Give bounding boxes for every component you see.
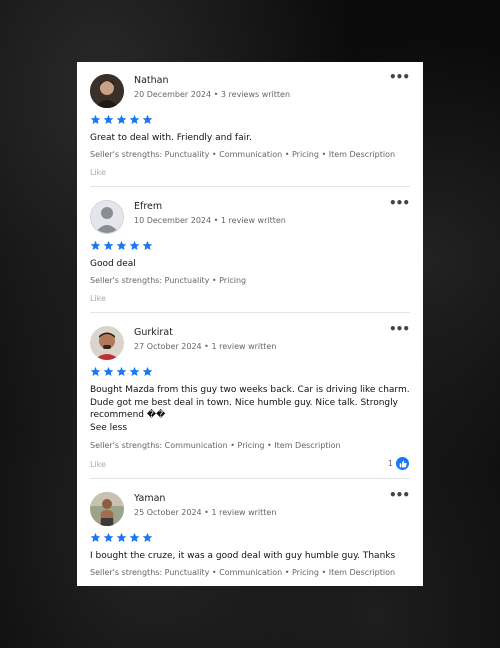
star-rating xyxy=(90,240,153,251)
seller-strengths: Seller's strengths: Punctuality • Pricin… xyxy=(90,276,247,285)
star-icon xyxy=(103,240,114,251)
star-icon xyxy=(129,366,140,377)
seller-strengths: Seller's strengths: Communication • Pric… xyxy=(90,441,341,450)
like-button[interactable]: Like xyxy=(90,294,106,303)
star-icon xyxy=(116,366,127,377)
review-text: I bought the cruze, it was a good deal w… xyxy=(90,551,396,561)
see-less-link[interactable]: See less xyxy=(90,422,127,435)
default-avatar-icon[interactable] xyxy=(90,200,124,234)
star-icon xyxy=(129,532,140,543)
more-dots-icon[interactable]: ••• xyxy=(389,196,410,210)
avatar[interactable] xyxy=(90,492,124,526)
star-icon xyxy=(142,366,153,377)
seller-strengths: Seller's strengths: Punctuality • Commun… xyxy=(90,150,396,159)
avatar[interactable] xyxy=(90,326,124,360)
divider xyxy=(90,478,410,479)
like-button[interactable]: Like xyxy=(90,460,106,469)
reviews-card: Nathan 20 December 2024 • 3 reviews writ… xyxy=(77,62,423,586)
star-icon xyxy=(90,114,101,125)
star-icon xyxy=(116,240,127,251)
star-icon xyxy=(103,532,114,543)
star-icon xyxy=(116,532,127,543)
review-meta: 27 October 2024 • 1 review written xyxy=(134,342,277,351)
review-meta: 10 December 2024 • 1 review written xyxy=(134,216,286,225)
star-icon xyxy=(103,114,114,125)
more-dots-icon[interactable]: ••• xyxy=(389,322,410,336)
seller-strengths: Seller's strengths: Punctuality • Commun… xyxy=(90,568,396,577)
reviewer-name[interactable]: Efrem xyxy=(134,201,162,212)
star-icon xyxy=(142,114,153,125)
star-icon xyxy=(142,240,153,251)
star-icon xyxy=(90,240,101,251)
divider xyxy=(90,312,410,313)
reviewer-name[interactable]: Gurkirat xyxy=(134,327,173,338)
like-button[interactable]: Like xyxy=(90,168,106,177)
more-dots-icon[interactable]: ••• xyxy=(389,70,410,84)
star-rating xyxy=(90,114,153,125)
reviewer-name[interactable]: Nathan xyxy=(134,75,169,86)
star-icon xyxy=(90,366,101,377)
reviewer-name[interactable]: Yaman xyxy=(134,493,165,504)
star-icon xyxy=(90,532,101,543)
like-count[interactable]: 1 xyxy=(388,457,409,470)
star-icon xyxy=(129,240,140,251)
review-meta: 25 October 2024 • 1 review written xyxy=(134,508,277,517)
thumbs-up-icon xyxy=(396,457,409,470)
review-text: Great to deal with. Friendly and fair. xyxy=(90,133,252,143)
review-meta: 20 December 2024 • 3 reviews written xyxy=(134,90,291,99)
avatar[interactable] xyxy=(90,74,124,108)
star-icon xyxy=(129,114,140,125)
divider xyxy=(90,186,410,187)
star-icon xyxy=(103,366,114,377)
star-rating xyxy=(90,532,153,543)
star-icon xyxy=(142,532,153,543)
more-dots-icon[interactable]: ••• xyxy=(389,488,410,502)
star-icon xyxy=(116,114,127,125)
review-text: Good deal xyxy=(90,259,136,269)
like-count-value: 1 xyxy=(387,459,393,468)
review-text: Bought Mazda from this guy two weeks bac… xyxy=(90,385,410,420)
star-rating xyxy=(90,366,153,377)
